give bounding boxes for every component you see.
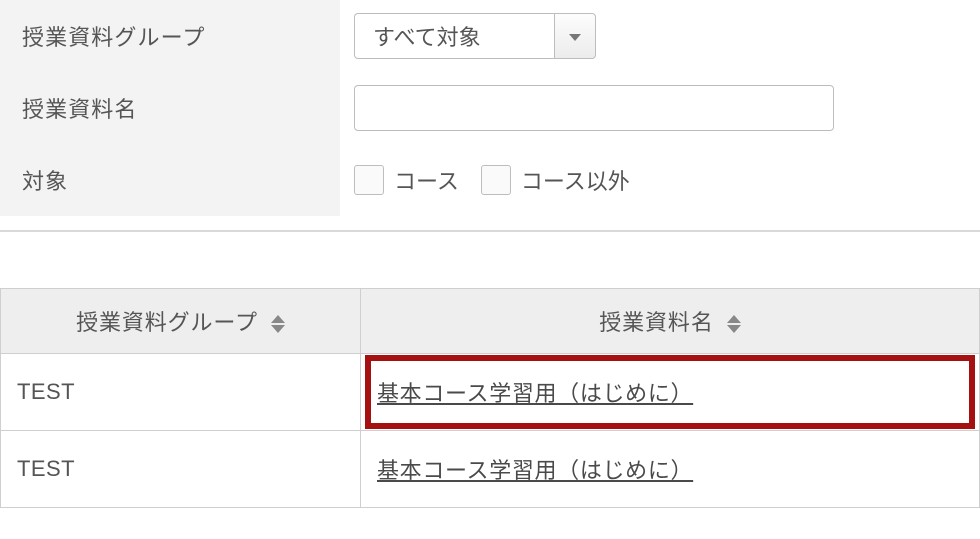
sort-icon — [727, 315, 741, 333]
cell-name: 基本コース学習用（はじめに） — [361, 431, 980, 508]
checkbox-box-icon — [354, 165, 384, 195]
section-divider — [0, 230, 980, 232]
filter-form: 授業資料グループ すべて対象 授業資料名 対象 コース — [0, 0, 980, 216]
filter-target-label: 対象 — [0, 144, 340, 216]
filter-name-label: 授業資料名 — [0, 72, 340, 144]
table-row: TEST 基本コース学習用（はじめに） — [1, 354, 980, 431]
sort-icon — [271, 315, 285, 333]
column-header-group-label: 授業資料グループ — [76, 310, 258, 335]
checkbox-course[interactable]: コース — [354, 164, 459, 196]
checkbox-box-icon — [481, 165, 511, 195]
cell-name: 基本コース学習用（はじめに） — [361, 354, 980, 431]
caret-down-icon — [568, 23, 582, 49]
checkbox-noncourse-label: コース以外 — [521, 164, 630, 196]
filter-group-label: 授業資料グループ — [0, 0, 340, 72]
column-header-group[interactable]: 授業資料グループ — [1, 289, 361, 354]
filter-target-control: コース コース以外 — [340, 144, 980, 216]
group-select-caret-button[interactable] — [554, 13, 596, 59]
filter-name-control — [340, 72, 980, 144]
cell-group: TEST — [1, 431, 361, 508]
filter-row-target: 対象 コース コース以外 — [0, 144, 980, 216]
name-input[interactable] — [354, 85, 834, 131]
table-row: TEST 基本コース学習用（はじめに） — [1, 431, 980, 508]
filter-row-group: 授業資料グループ すべて対象 — [0, 0, 980, 72]
checkbox-noncourse[interactable]: コース以外 — [481, 164, 630, 196]
material-name-link[interactable]: 基本コース学習用（はじめに） — [377, 381, 693, 406]
material-name-link[interactable]: 基本コース学習用（はじめに） — [377, 458, 693, 483]
cell-group: TEST — [1, 354, 361, 431]
filter-row-name: 授業資料名 — [0, 72, 980, 144]
filter-group-control: すべて対象 — [340, 0, 980, 72]
checkbox-course-label: コース — [394, 164, 459, 196]
group-select[interactable]: すべて対象 — [354, 13, 596, 59]
column-header-name[interactable]: 授業資料名 — [361, 289, 980, 354]
group-select-value: すべて対象 — [354, 13, 554, 59]
results-table: 授業資料グループ 授業資料名 TEST 基本コース学習用（はじめに） — [0, 288, 980, 508]
column-header-name-label: 授業資料名 — [599, 310, 713, 335]
